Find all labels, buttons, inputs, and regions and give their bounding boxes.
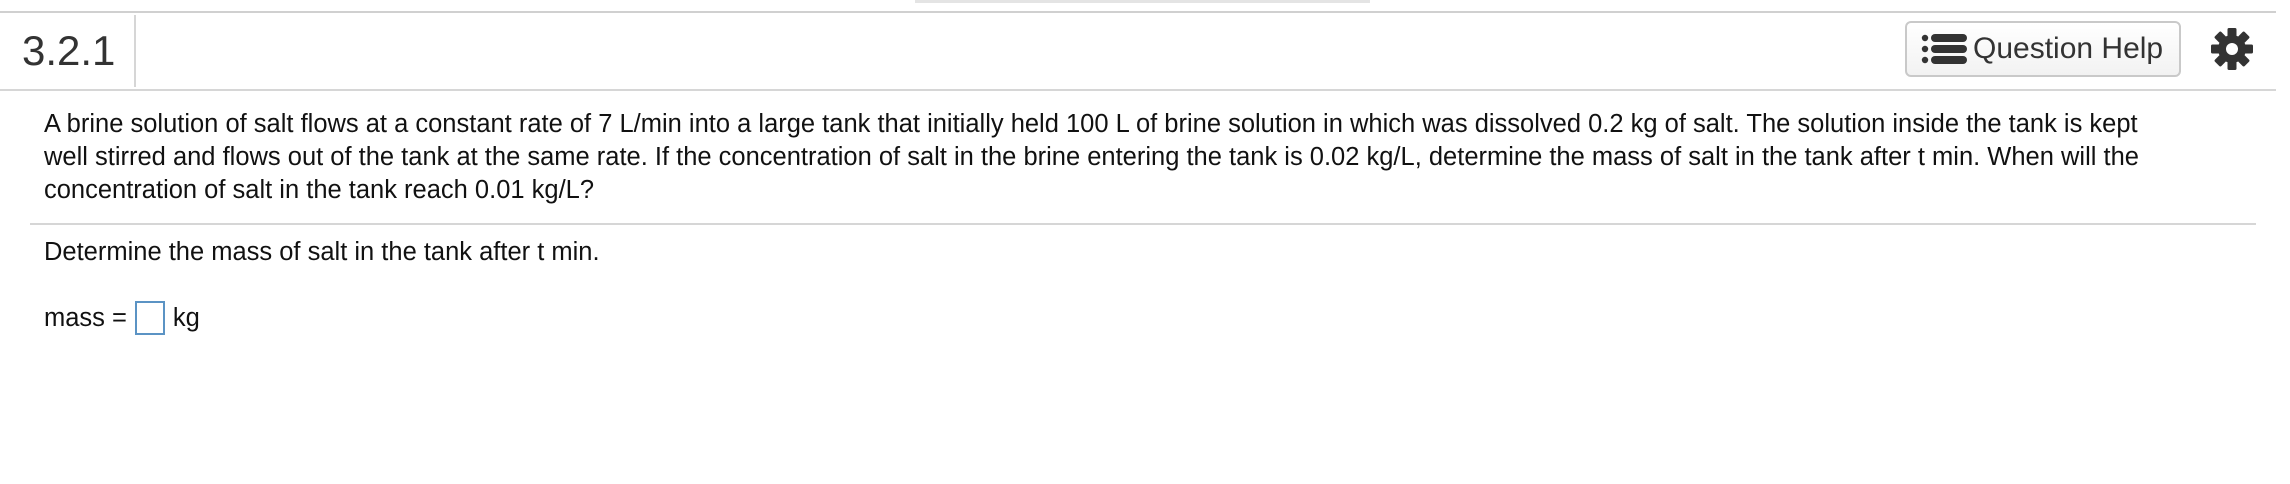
problem-statement-line: A brine solution of salt flows at a cons… [44, 110, 2138, 138]
mass-answer-input[interactable] [134, 301, 165, 335]
top-tab-indicator [915, 0, 1370, 3]
problem-statement-line: concentration of salt in the tank reach … [44, 176, 595, 204]
problem-statement-line: well stirred and flows out of the tank a… [44, 143, 2139, 171]
list-icon [1921, 29, 1971, 69]
question-help-button[interactable]: Question Help [1905, 21, 2181, 77]
part-prompt: Determine the mass of salt in the tank a… [44, 238, 600, 266]
answer-row: mass = kg [44, 298, 200, 338]
problem-statement: A brine solution of salt flows at a cons… [44, 108, 2254, 207]
answer-unit: kg [172, 303, 200, 332]
header-divider [134, 15, 136, 87]
question-header: 3.2.1 Question Help [0, 13, 2276, 91]
question-page: 3.2.1 Question Help A brine solution of … [0, 0, 2290, 484]
answer-label: mass = [44, 303, 127, 332]
question-number: 3.2.1 [22, 27, 116, 74]
question-help-label: Question Help [1973, 32, 2164, 65]
gear-icon[interactable] [2210, 27, 2254, 71]
section-divider [30, 223, 2256, 225]
